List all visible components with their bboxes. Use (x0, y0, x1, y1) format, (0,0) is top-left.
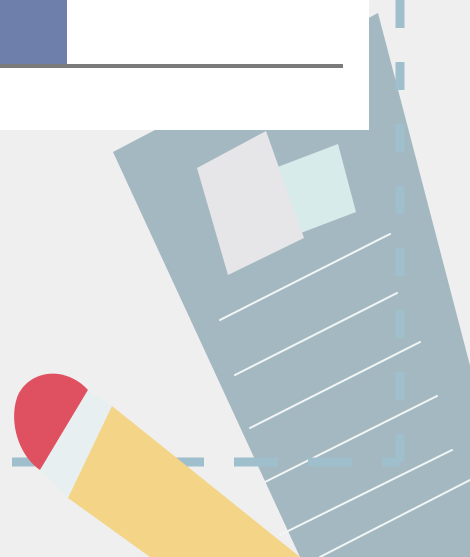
title-card (0, 0, 369, 130)
decorative-slide (0, 0, 470, 557)
title-accent-block (0, 0, 67, 64)
title-underline (0, 64, 343, 68)
